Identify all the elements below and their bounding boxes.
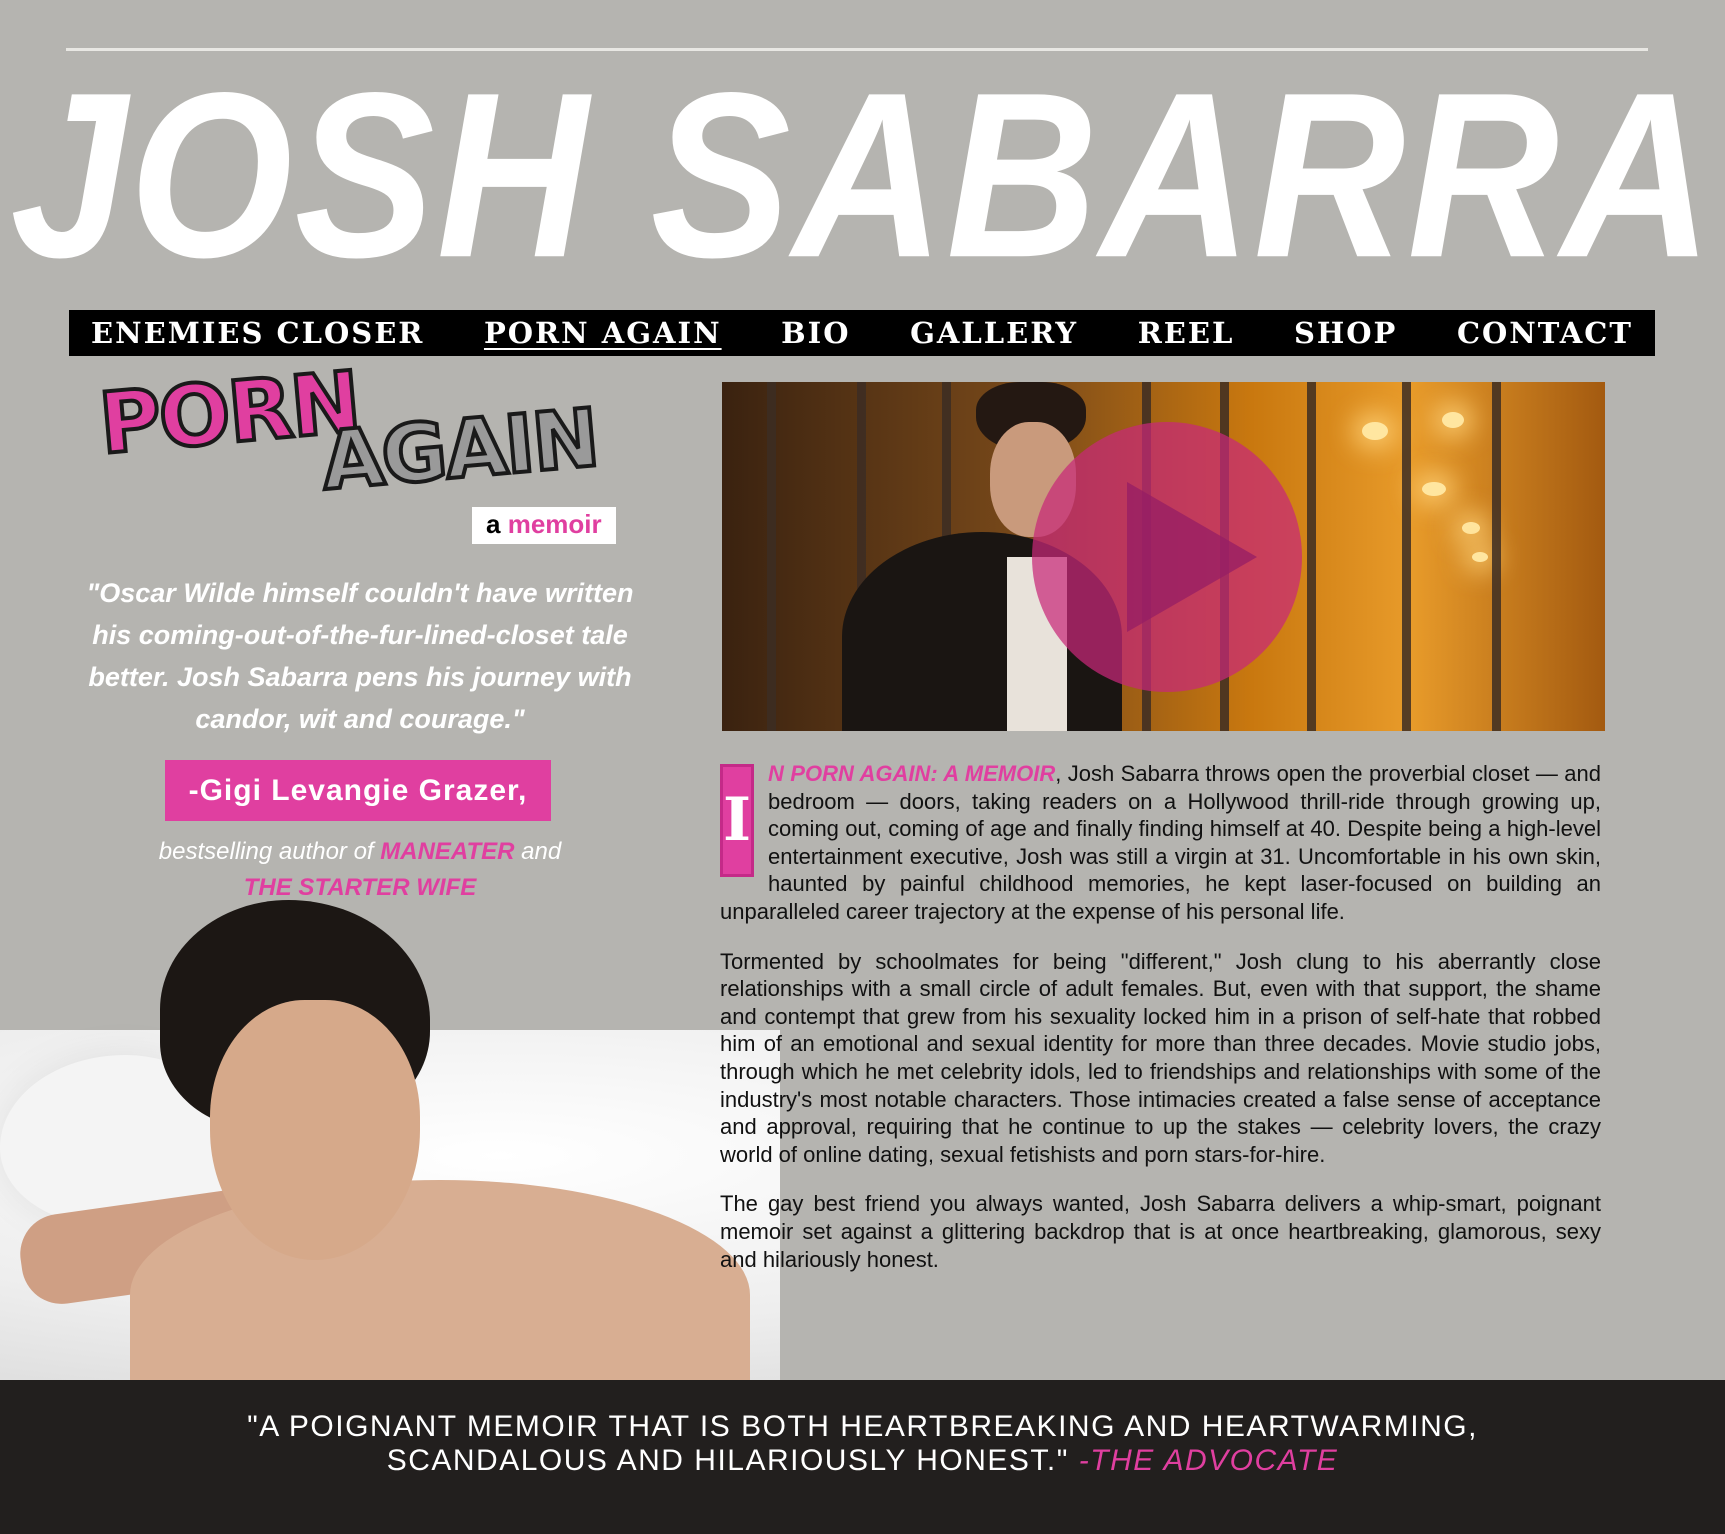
nav-item-porn-again[interactable]: PORN AGAIN <box>484 316 722 350</box>
nav-item-shop[interactable]: SHOP <box>1294 316 1397 350</box>
nav-item-contact[interactable]: CONTACT <box>1457 316 1633 350</box>
photo-face <box>210 1000 420 1260</box>
video-bar <box>767 382 776 731</box>
book-description: IN PORN AGAIN: A MEMOIR, Josh Sabarra th… <box>720 760 1601 1295</box>
book-title-maneater: MANEATER <box>380 838 515 865</box>
credentials-prefix: bestselling author of <box>158 838 381 865</box>
footer-quote: "A POIGNANT MEMOIR THAT IS BOTH HEARTBRE… <box>0 1410 1725 1478</box>
article-paragraph-1: IN PORN AGAIN: A MEMOIR, Josh Sabarra th… <box>720 760 1601 926</box>
video-bar <box>1402 382 1411 731</box>
drop-cap: I <box>720 764 754 877</box>
nav-item-reel[interactable]: REEL <box>1138 316 1235 350</box>
nav-item-bio[interactable]: BIO <box>781 316 850 350</box>
book-logo-word-again: AGAIN <box>316 389 603 510</box>
video-light <box>1362 422 1388 440</box>
footer-quote-source: -THE ADVOCATE <box>1078 1444 1339 1477</box>
book-logo-a: a <box>486 509 501 539</box>
quote-author-badge: -Gigi Levangie Grazer, <box>165 760 551 821</box>
video-light <box>1422 482 1446 496</box>
author-bed-photo <box>0 880 780 1380</box>
video-bar <box>1492 382 1501 731</box>
nav-item-gallery[interactable]: GALLERY <box>910 316 1078 350</box>
book-logo-tag: a memoir <box>472 507 616 544</box>
video-light <box>1442 412 1464 428</box>
book-logo: PORN AGAIN a memoir <box>93 351 640 550</box>
site-title[interactable]: JOSH SABARRA <box>0 57 1725 293</box>
book-logo-memoir: memoir <box>507 509 602 539</box>
play-icon[interactable] <box>1127 482 1257 632</box>
video-light <box>1462 522 1480 534</box>
nav-item-enemies-closer[interactable]: ENEMIES CLOSER <box>91 316 424 350</box>
article-lead-title: N PORN AGAIN: A MEMOIR <box>768 761 1056 786</box>
footer-quote-line-1: "A POIGNANT MEMOIR THAT IS BOTH HEARTBRE… <box>247 1410 1478 1443</box>
footer-quote-line-2: SCANDALOUS AND HILARIOUSLY HONEST." <box>386 1444 1069 1477</box>
article-paragraph-3: The gay best friend you always wanted, J… <box>720 1191 1601 1272</box>
footer-quote-bar: "A POIGNANT MEMOIR THAT IS BOTH HEARTBRE… <box>0 1380 1725 1534</box>
video-light <box>1472 552 1488 562</box>
main-nav: ENEMIES CLOSER PORN AGAIN BIO GALLERY RE… <box>69 310 1655 356</box>
video-bar <box>1307 382 1316 731</box>
video-player[interactable] <box>722 382 1605 731</box>
credentials-and: and <box>514 838 562 865</box>
endorsement-quote: "Oscar Wilde himself couldn't have writt… <box>86 578 634 734</box>
article-paragraph-2: Tormented by schoolmates for being "diff… <box>720 948 1601 1167</box>
